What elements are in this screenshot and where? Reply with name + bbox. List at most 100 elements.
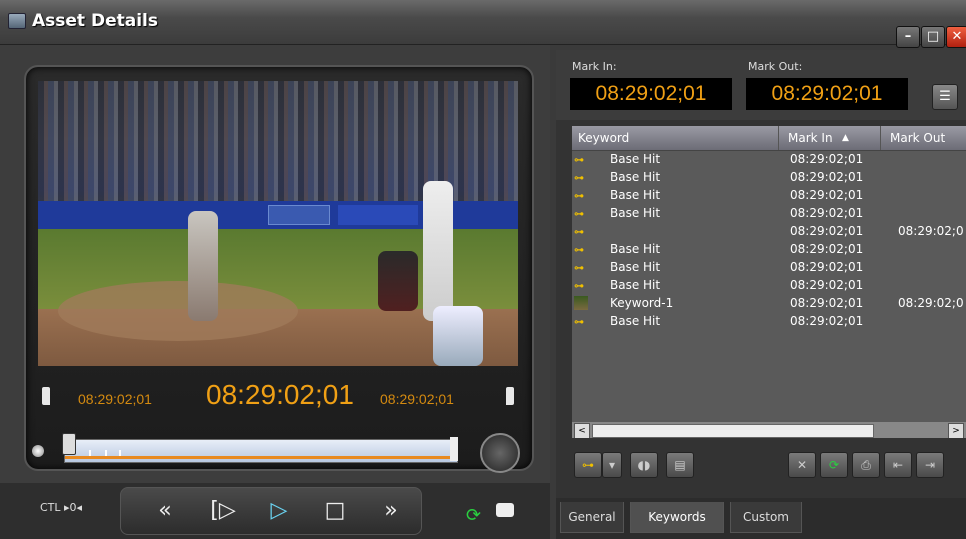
row-keyword: Base Hit [610,152,661,166]
ctl-label: CTL ▸0◂ [40,501,83,514]
split-button[interactable]: ◖◗ [630,452,658,478]
mark-in-icon[interactable] [42,387,50,405]
fast-forward-button[interactable]: » [377,497,405,525]
row-mark-in: 08:29:02;01 [790,170,864,184]
mark-out-icon[interactable] [506,387,514,405]
row-mark-in: 08:29:02;01 [790,314,864,328]
dropdown-button[interactable]: ▾ [602,452,622,478]
transport-bar: CTL ▸0◂ « [▷ ▷ □ » ⟳ [0,483,550,539]
timeline-range [65,456,457,459]
list-view-button[interactable]: ☰ [932,84,958,110]
add-keyword-button[interactable]: ⊶ [574,452,602,478]
table-row[interactable]: ⊶ Base Hit 08:29:02;01 [572,276,966,294]
tc-current: 08:29:02;01 [206,379,354,410]
print-button[interactable]: ⎙ [852,452,880,478]
refresh-icon[interactable]: ⟳ [466,505,481,526]
step-back-button[interactable]: [▷ [209,497,237,525]
mark-out-label: Mark Out: [748,60,803,73]
export-button[interactable]: ⇥ [916,452,944,478]
key-icon: ⊶ [574,263,584,274]
delete-button[interactable]: ✕ [788,452,816,478]
table-row[interactable]: ⊶ Base Hit 08:29:02;01 [572,240,966,258]
mark-out-value[interactable]: 08:29:02;01 [746,78,908,110]
grid-header: Keyword Mark In ▲ Mark Out [572,126,966,151]
timeline-dot-icon[interactable] [32,445,44,457]
scroll-left-button[interactable]: < [574,423,590,438]
mark-in-label: Mark In: [572,60,617,73]
tab-keywords[interactable]: Keywords [630,502,724,533]
transport-controls: « [▷ ▷ □ » [120,487,422,535]
stop-button[interactable]: □ [321,497,349,525]
minimize-button[interactable]: – [896,26,920,48]
video-wall-ad [338,205,418,225]
table-row[interactable]: ⊶ Base Hit 08:29:02;01 [572,312,966,330]
title-bar[interactable]: Asset Details – □ ✕ [0,0,966,48]
playhead[interactable] [62,433,76,455]
table-row[interactable]: ⊶ Base Hit 08:29:02;01 [572,186,966,204]
refresh-button[interactable]: ⟳ [820,452,848,478]
tc-in: 08:29:02;01 [78,391,152,407]
row-mark-in: 08:29:02;01 [790,278,864,292]
row-mark-out: 08:29:02;0 [898,296,964,310]
key-icon: ⊶ [574,173,584,184]
table-row[interactable]: ⊶ 08:29:02;01 08:29:02;0 [572,222,966,240]
jog-dial[interactable] [480,433,520,473]
video-fielder [433,306,483,366]
table-row[interactable]: Keyword-1 08:29:02;01 08:29:02;0 [572,294,966,312]
row-mark-in: 08:29:02;01 [790,296,864,310]
row-mark-in: 08:29:02;01 [790,224,864,238]
timeline-track[interactable] [64,439,458,463]
key-icon: ⊶ [574,155,584,166]
key-icon: ⊶ [574,317,584,328]
video-batter [423,181,453,321]
column-separator [778,126,779,150]
keyword-panel: Mark In: 08:29:02;01 Mark Out: 08:29:02;… [556,50,966,539]
timeline-tick [89,450,91,456]
row-mark-in: 08:29:02;01 [790,242,864,256]
mark-in-value[interactable]: 08:29:02;01 [570,78,732,110]
sort-arrow-icon: ▲ [842,133,849,143]
row-mark-out: 08:29:02;0 [898,224,964,238]
close-button[interactable]: ✕ [946,26,966,48]
key-icon: ⊶ [574,191,584,202]
horizontal-scrollbar[interactable]: < > [572,422,966,438]
tab-custom[interactable]: Custom [730,502,802,533]
column-mark-out[interactable]: Mark Out [890,131,945,145]
video-mound [58,281,298,341]
timeline-out-marker[interactable] [450,437,458,461]
keyword-grid: Keyword Mark In ▲ Mark Out ⊶ Base Hit 08:2… [572,126,966,438]
play-button[interactable]: ▷ [265,497,293,525]
scroll-right-button[interactable]: > [948,423,964,438]
scroll-thumb[interactable] [592,424,874,438]
tc-out: 08:29:02;01 [380,391,454,407]
grid-button[interactable]: ▤ [666,452,694,478]
table-row[interactable]: ⊶ Base Hit 08:29:02;01 [572,258,966,276]
video-frame[interactable] [38,81,518,366]
mark-header: Mark In: 08:29:02;01 Mark Out: 08:29:02;… [556,50,966,120]
row-keyword: Base Hit [610,260,661,274]
maximize-button[interactable]: □ [921,26,945,48]
row-keyword: Base Hit [610,314,661,328]
rewind-button[interactable]: « [151,497,179,525]
table-row[interactable]: ⊶ Base Hit 08:29:02;01 [572,204,966,222]
comment-icon[interactable] [496,503,514,517]
row-keyword: Base Hit [610,206,661,220]
row-mark-in: 08:29:02;01 [790,260,864,274]
row-keyword: Base Hit [610,170,661,184]
window-title: Asset Details [32,11,158,31]
grid-rows: ⊶ Base Hit 08:29:02;01 ⊶ Base Hit 08:29:02;01… [572,150,966,330]
column-keyword[interactable]: Keyword [578,131,629,145]
key-icon: ⊶ [574,209,584,220]
row-mark-in: 08:29:02;01 [790,152,864,166]
column-mark-in[interactable]: Mark In [788,131,833,145]
import-button[interactable]: ⇤ [884,452,912,478]
tab-general[interactable]: General [560,502,624,533]
tab-strip: General Keywords Custom [556,498,966,539]
table-row[interactable]: ⊶ Base Hit 08:29:02;01 [572,150,966,168]
timecode-row: 08:29:02;01 08:29:02;01 08:29:02;01 [26,377,532,437]
row-keyword: Keyword-1 [610,296,674,310]
timeline-tick [105,450,107,456]
row-keyword: Base Hit [610,188,661,202]
table-row[interactable]: ⊶ Base Hit 08:29:02;01 [572,168,966,186]
key-icon: ⊶ [574,245,584,256]
